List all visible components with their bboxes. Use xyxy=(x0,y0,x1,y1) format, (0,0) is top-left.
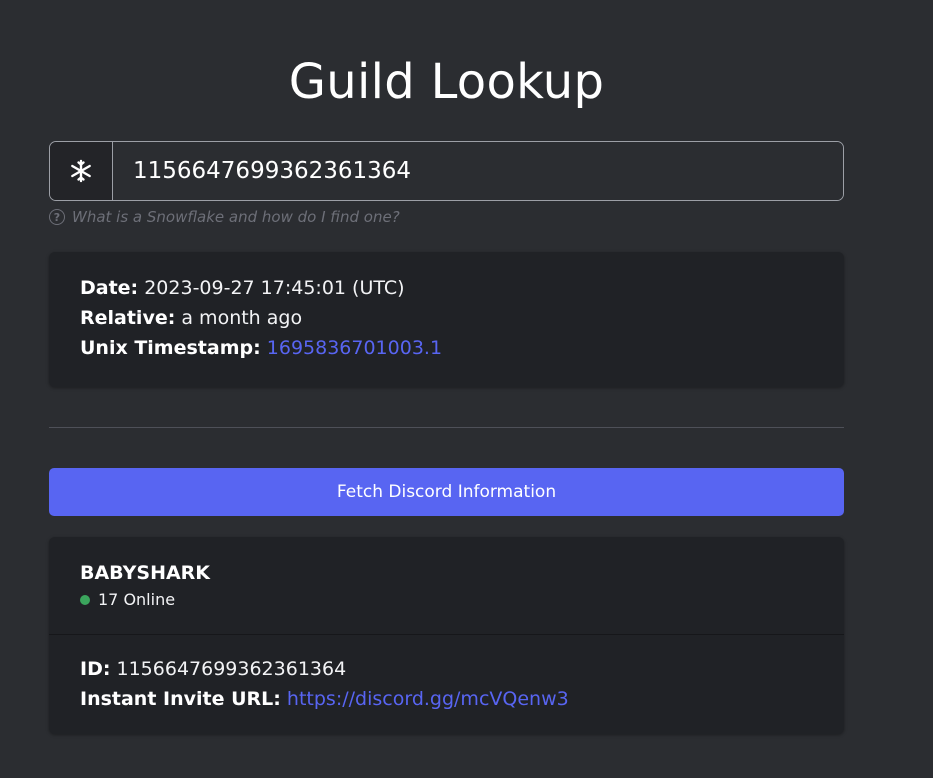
question-circle-icon: ? xyxy=(49,209,65,225)
invite-row: Instant Invite URL: https://discord.gg/m… xyxy=(80,684,813,714)
relative-value: a month ago xyxy=(181,307,303,329)
guild-card: BABYSHARK 17 Online ID: 1156647699362361… xyxy=(49,537,844,734)
online-status: 17 Online xyxy=(80,588,813,612)
unix-timestamp-link[interactable]: 1695836701003.1 xyxy=(267,337,442,359)
guild-details: ID: 1156647699362361364 Instant Invite U… xyxy=(49,635,844,734)
fetch-discord-button[interactable]: Fetch Discord Information xyxy=(49,468,844,516)
guild-id-label: ID: xyxy=(80,658,111,680)
main-container: Guild Lookup ? What is a Snowflake and h… xyxy=(49,0,844,734)
guild-header: BABYSHARK 17 Online xyxy=(49,537,844,635)
snowflake-icon xyxy=(50,142,113,200)
date-row: Date: 2023-09-27 17:45:01 (UTC) xyxy=(80,273,813,303)
date-label: Date: xyxy=(80,277,139,299)
guild-name: BABYSHARK xyxy=(80,562,211,584)
page-title: Guild Lookup xyxy=(288,54,605,110)
snowflake-search xyxy=(49,141,844,201)
invite-url-link[interactable]: https://discord.gg/mcVQenw3 xyxy=(287,688,569,710)
guild-id-row: ID: 1156647699362361364 xyxy=(80,654,813,684)
unix-row: Unix Timestamp: 1695836701003.1 xyxy=(80,333,813,363)
snowflake-help-link[interactable]: ? What is a Snowflake and how do I find … xyxy=(49,207,844,227)
online-count: 17 Online xyxy=(98,590,176,609)
guild-id-value: 1156647699362361364 xyxy=(116,658,347,680)
relative-label: Relative: xyxy=(80,307,176,329)
relative-row: Relative: a month ago xyxy=(80,303,813,333)
divider xyxy=(49,427,844,428)
online-dot-icon xyxy=(80,595,90,605)
unix-label: Unix Timestamp: xyxy=(80,337,261,359)
snowflake-info-card: Date: 2023-09-27 17:45:01 (UTC) Relative… xyxy=(49,252,844,387)
date-value: 2023-09-27 17:45:01 (UTC) xyxy=(144,277,405,299)
snowflake-input[interactable] xyxy=(113,142,843,200)
invite-label: Instant Invite URL: xyxy=(80,688,281,710)
help-text: What is a Snowflake and how do I find on… xyxy=(72,208,400,226)
